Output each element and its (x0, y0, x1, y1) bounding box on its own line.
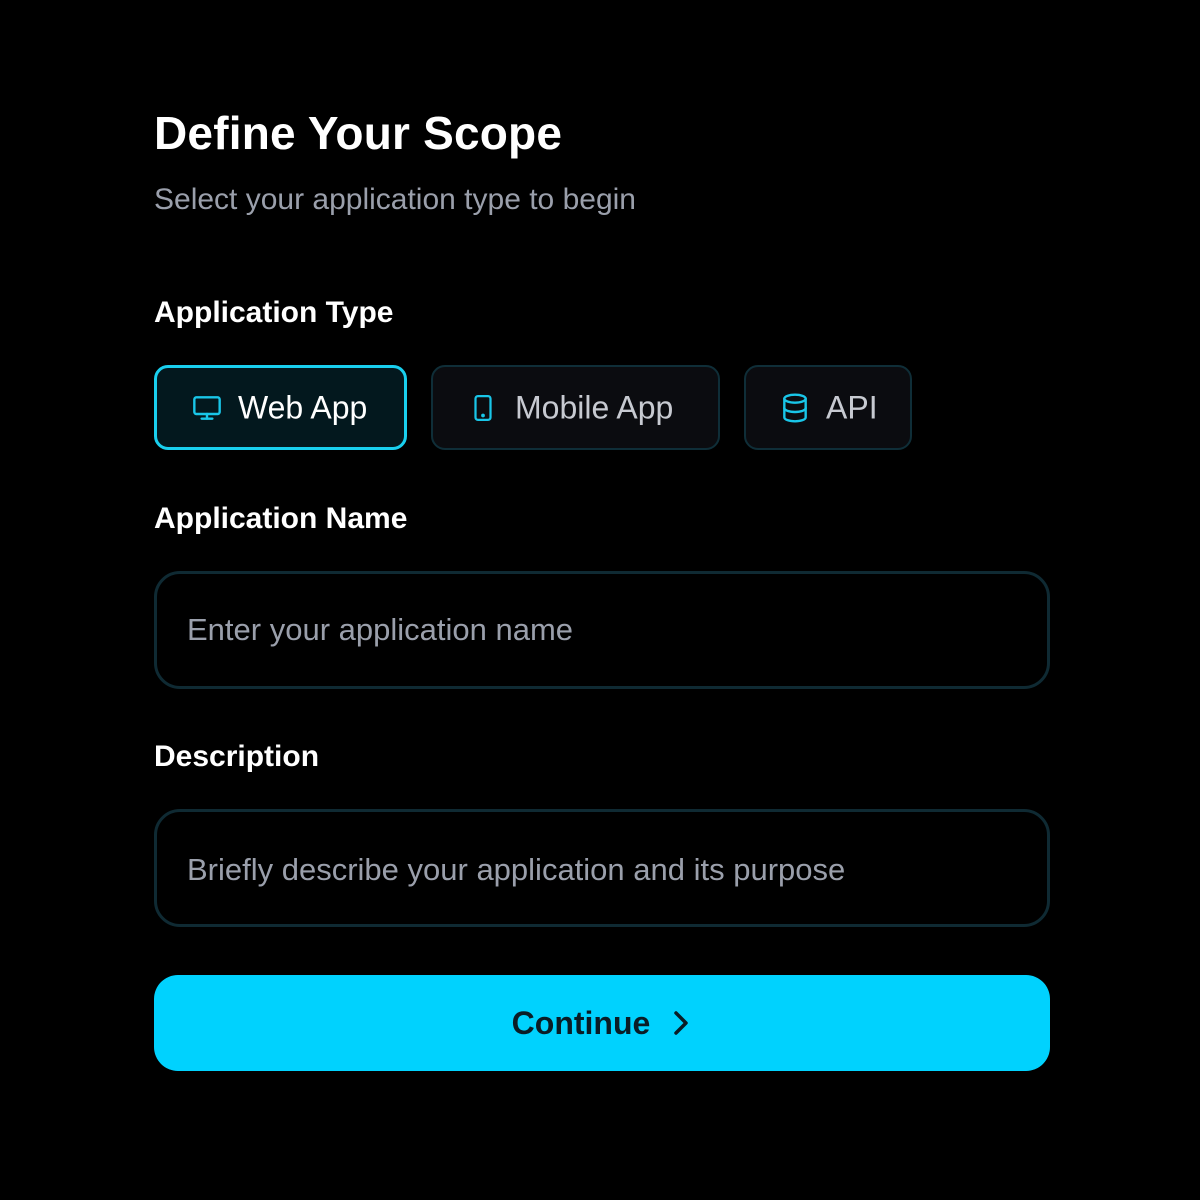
type-option-label: Mobile App (515, 389, 674, 425)
type-option-label: API (826, 389, 878, 425)
chevron-right-icon (670, 1008, 692, 1038)
application-name-label: Application Name (154, 502, 408, 535)
description-label: Description (154, 740, 320, 773)
database-icon (778, 391, 812, 425)
smartphone-icon (466, 391, 500, 425)
type-option-api[interactable]: API (744, 365, 912, 450)
type-option-label: Web App (238, 389, 368, 425)
page-title: Define Your Scope (154, 107, 563, 159)
type-option-mobile-app[interactable]: Mobile App (431, 365, 720, 450)
application-type-label: Application Type (154, 296, 394, 329)
type-option-web-app[interactable]: Web App (154, 365, 407, 450)
continue-button[interactable]: Continue (154, 975, 1050, 1071)
description-textarea[interactable] (154, 809, 1050, 927)
monitor-icon (190, 391, 224, 425)
application-name-input[interactable] (154, 571, 1050, 689)
page-subtitle: Select your application type to begin (154, 183, 636, 216)
continue-label: Continue (511, 1004, 651, 1041)
